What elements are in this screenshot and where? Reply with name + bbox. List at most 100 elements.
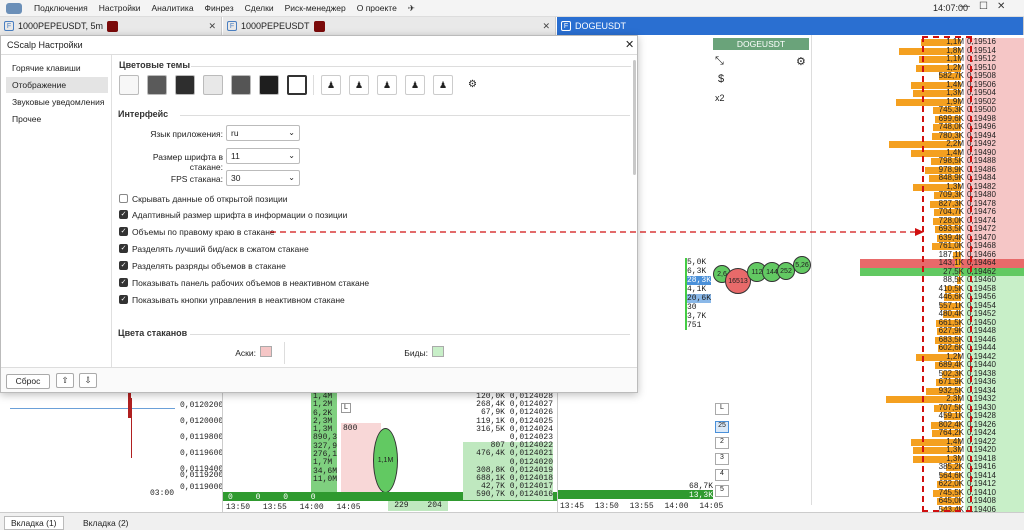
gear-icon[interactable]: ⚙	[796, 55, 806, 68]
minimize-icon[interactable]: —	[960, 1, 970, 12]
volume-cell: 11,0M	[313, 474, 338, 484]
price-tick: 0,0119200	[180, 471, 224, 480]
bottom-tab-1[interactable]: Вкладка (1)	[4, 516, 64, 530]
font-size-value: 11	[231, 151, 240, 161]
user-theme-icon[interactable]: ♟	[321, 75, 341, 95]
scale-button[interactable]: 25	[715, 421, 729, 433]
menu-analytics[interactable]: Аналитика	[151, 3, 193, 14]
tab-pepe-book[interactable]: F 1000PEPEUSDT ✕	[223, 17, 556, 35]
checkbox-show-volume-panel[interactable]: ✓	[119, 278, 128, 287]
tab-f-icon: F	[227, 21, 237, 31]
sidebar-item-other[interactable]: Прочее	[6, 111, 108, 127]
tab-pepe-chart[interactable]: F 1000PEPEUSDT, 5m ✕	[0, 17, 222, 35]
pin-icon[interactable]: ✈	[408, 3, 415, 14]
menu-about[interactable]: О проекте	[357, 3, 397, 14]
divider	[1, 54, 637, 55]
checkbox-hide-position[interactable]	[119, 194, 128, 203]
tab-label: DOGEUSDT	[575, 21, 627, 31]
red-square-icon	[313, 20, 325, 32]
theme-black[interactable]	[259, 75, 279, 95]
scale-button[interactable]: 5	[715, 485, 729, 497]
bottom-tab-2[interactable]: Вкладка (2)	[76, 516, 136, 530]
time-axis: 13:45 13:50 13:55 14:00 14:05	[560, 502, 724, 511]
close-tab-icon[interactable]: ✕	[208, 21, 216, 32]
red-square-icon	[107, 20, 119, 32]
asks-label: Аски:	[235, 348, 256, 358]
maximize-icon[interactable]: ☐	[979, 1, 988, 12]
scale-button[interactable]: L	[715, 403, 729, 415]
fps-value: 30	[231, 173, 241, 183]
scale-button[interactable]: 4	[715, 469, 729, 481]
pepe-book-list: 120,0K 0,0124028 268,4K 0,0124027 67,9K …	[463, 392, 553, 500]
user-theme-icon[interactable]: ♟	[405, 75, 425, 95]
dialog-title: CScalp Настройки	[7, 40, 83, 50]
checkbox-show-buttons[interactable]: ✓	[119, 295, 128, 304]
divider	[190, 334, 630, 335]
font-size-select[interactable]: 11 ⌄	[226, 148, 300, 164]
tab-label: 1000PEPEUSDT	[241, 21, 310, 31]
checkbox-right-align[interactable]: ✓	[119, 227, 128, 236]
theme-white-selected[interactable]	[287, 75, 307, 95]
total-row-values: 0 0 0 0	[228, 493, 316, 502]
chart-settings-icon[interactable]: ⤡	[715, 55, 724, 68]
checkbox-label: Адаптивный размер шрифта в информации о …	[132, 210, 348, 220]
chart-panel[interactable]: 0,0120200 0,0120000 0,0119800 0,0119600 …	[0, 393, 224, 512]
highlight-box	[922, 36, 972, 512]
theme-light[interactable]	[119, 75, 139, 95]
asks-color-swatch[interactable]	[260, 346, 272, 357]
theme-dark[interactable]	[175, 75, 195, 95]
divider	[191, 66, 631, 67]
sidebar-item-sounds[interactable]: Звуковые уведомления	[6, 94, 108, 110]
tab-doge[interactable]: F DOGEUSDT	[557, 17, 1024, 35]
checkbox-adaptive-font[interactable]: ✓	[119, 210, 128, 219]
tab-f-icon: F	[4, 21, 14, 31]
checkbox-label: Разделять разряды объемов в стакане	[132, 261, 286, 271]
chevron-down-icon: ⌄	[288, 173, 295, 182]
checkbox-split-digits[interactable]: ✓	[119, 261, 128, 270]
scale-button[interactable]: 3	[715, 453, 729, 465]
upload-icon[interactable]: ⇧	[56, 373, 74, 388]
user-theme-icon[interactable]: ♟	[349, 75, 369, 95]
price-tick: 0,0119800	[180, 433, 224, 442]
fps-select[interactable]: 30 ⌄	[226, 170, 300, 186]
user-theme-icon[interactable]: ♟	[433, 75, 453, 95]
window-controls: — ☐ ✕	[960, 1, 1005, 12]
tab-label: 1000PEPEUSDT, 5m	[18, 21, 104, 31]
app-logo	[6, 3, 22, 14]
volume-list: 1,4M 1,2M 6,2K 2,3M 1,3M 890,3 327,9 276…	[313, 392, 338, 484]
menu-settings[interactable]: Настройки	[99, 3, 141, 14]
menu-finres[interactable]: Финрез	[205, 3, 234, 14]
dollar-icon[interactable]: $	[718, 73, 724, 85]
scale-button[interactable]: 2	[715, 437, 729, 449]
lang-value: ru	[231, 128, 239, 138]
lang-select[interactable]: ru ⌄	[226, 125, 300, 141]
cluster-cell: 28,3K	[687, 276, 712, 285]
sidebar-item-display[interactable]: Отображение	[6, 77, 108, 93]
close-tab-icon[interactable]: ✕	[542, 21, 550, 32]
checkbox-label: Показывать панель рабочих объемов в неак…	[132, 278, 370, 288]
section-colors: Цвета стаканов	[118, 328, 188, 338]
annotation-arrow	[270, 228, 924, 236]
menu-connections[interactable]: Подключения	[34, 3, 88, 14]
close-icon[interactable]: ✕	[997, 1, 1005, 12]
lang-label: Язык приложения:	[150, 129, 223, 139]
scale-l-button[interactable]: L	[341, 403, 351, 413]
close-icon[interactable]: ✕	[625, 38, 634, 51]
gear-icon[interactable]: ⚙	[468, 79, 477, 90]
fps-label: FPS стакана:	[170, 174, 223, 184]
menu-trades[interactable]: Сделки	[245, 3, 274, 14]
pepe-book-panel[interactable]: 1,4M 1,2M 6,2K 2,3M 1,3M 890,3 327,9 276…	[222, 392, 558, 512]
download-icon[interactable]: ⇩	[79, 373, 97, 388]
sidebar-item-hotkeys[interactable]: Горячие клавиши	[6, 60, 108, 76]
bids-color-swatch[interactable]	[432, 346, 444, 357]
menu-risk-manager[interactable]: Риск-менеджер	[285, 3, 346, 14]
cluster-cell: 20,6K	[687, 294, 712, 303]
reset-button[interactable]: Сброс	[6, 374, 50, 389]
theme-light-gray[interactable]	[203, 75, 223, 95]
checkbox-split-best[interactable]: ✓	[119, 244, 128, 253]
theme-gray[interactable]	[231, 75, 251, 95]
theme-dark-gray[interactable]	[147, 75, 167, 95]
user-theme-icon[interactable]: ♟	[377, 75, 397, 95]
time-axis: 13:50 13:55 14:00 14:05	[226, 503, 361, 512]
scrollbar[interactable]	[633, 60, 636, 175]
